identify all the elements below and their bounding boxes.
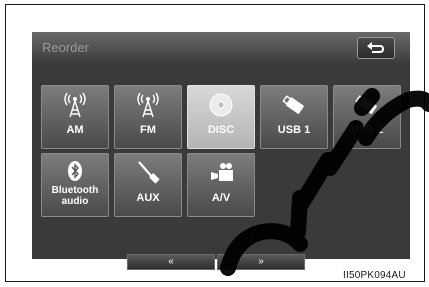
radio-tower-icon <box>42 92 108 118</box>
source-label: FM <box>140 124 156 136</box>
source-grid: AM FM DISC USB 1 USB 2 Bluetooth audio A… <box>32 64 410 270</box>
source-tile-aux[interactable]: AUX <box>114 153 182 217</box>
double-chevron-right-icon: » <box>258 256 264 267</box>
source-tile-fm[interactable]: FM <box>114 85 182 149</box>
source-label: DISC <box>207 124 235 136</box>
page-left-button[interactable]: « <box>127 254 215 270</box>
figure-caption: II50PK094AU <box>343 270 406 281</box>
source-tile-usb2[interactable]: USB 2 <box>333 85 401 149</box>
audio-source-screen: Reorder AM FM DISC USB 1 USB 2 Bluetooth… <box>32 32 410 270</box>
source-label: AUX <box>136 192 160 204</box>
source-label: Bluetooth audio <box>51 185 99 207</box>
disc-icon <box>188 92 254 118</box>
source-tile-usb1[interactable]: USB 1 <box>260 85 328 149</box>
usb-stick-icon <box>334 92 400 118</box>
page-right-button[interactable]: » <box>217 254 305 270</box>
video-camera-icon <box>188 160 254 186</box>
source-tile-disc[interactable]: DISC <box>187 85 255 149</box>
radio-tower-icon <box>115 92 181 118</box>
back-button[interactable] <box>357 37 395 59</box>
screen-title: Reorder <box>42 40 89 55</box>
double-chevron-left-icon: « <box>168 256 174 267</box>
source-tile-am[interactable]: AM <box>41 85 109 149</box>
usb-stick-icon <box>261 92 327 118</box>
source-label: USB 2 <box>350 124 384 136</box>
return-arrow-icon <box>367 42 385 53</box>
source-tile-av[interactable]: A/V <box>187 153 255 217</box>
source-label: USB 1 <box>277 124 311 136</box>
source-label: AM <box>66 124 84 136</box>
aux-plug-icon <box>115 160 181 186</box>
title-bar: Reorder <box>32 32 410 64</box>
bluetooth-icon <box>42 160 108 186</box>
source-label: A/V <box>211 192 231 204</box>
source-tile-bluetooth-audio[interactable]: Bluetooth audio <box>41 153 109 217</box>
